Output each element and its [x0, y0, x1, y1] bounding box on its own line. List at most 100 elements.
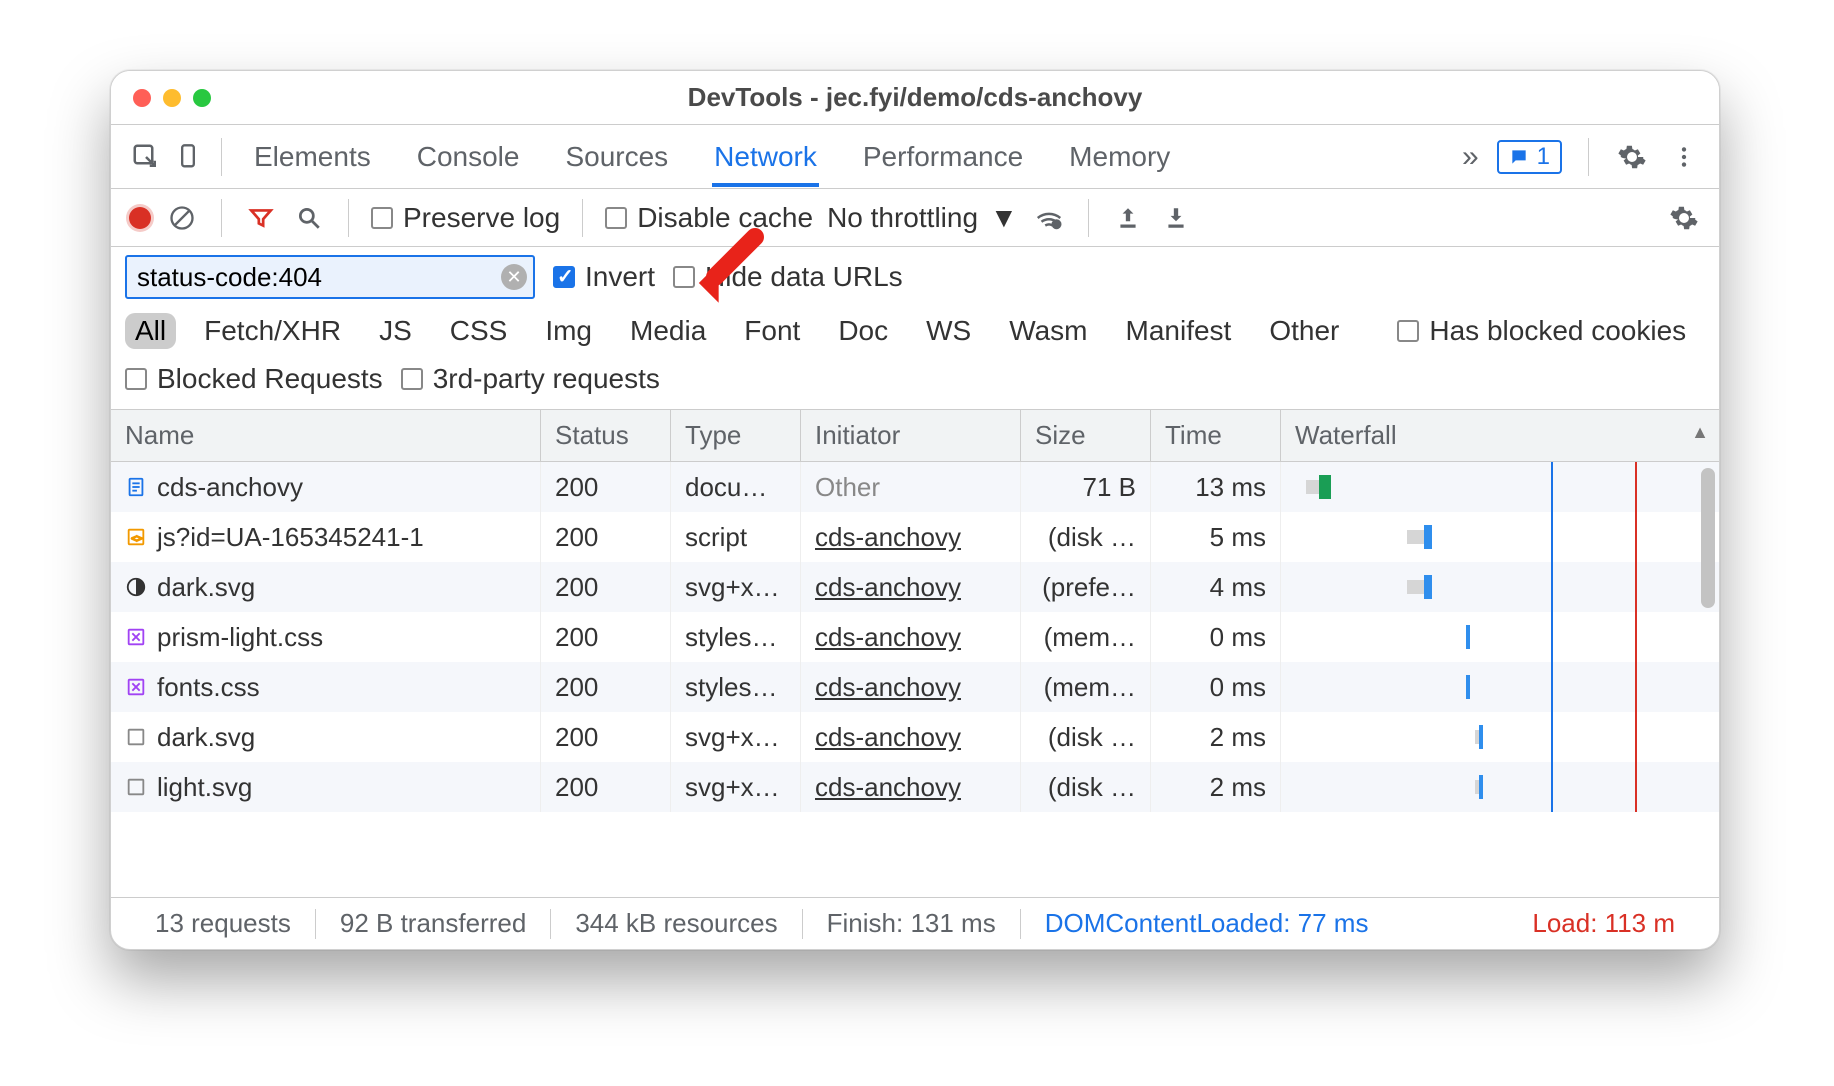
cell-initiator[interactable]: cds-anchovy	[801, 562, 1021, 612]
col-status[interactable]: Status	[541, 410, 671, 461]
preserve-log-checkbox[interactable]: Preserve log	[371, 202, 560, 234]
table-row[interactable]: dark.svg200svg+x…cds-anchovy(disk …2 ms	[111, 712, 1719, 762]
filter-funnel-icon[interactable]	[244, 201, 278, 235]
status-transferred: 92 B transferred	[316, 908, 550, 939]
panel-settings-gear-icon[interactable]	[1667, 201, 1701, 235]
main-tabs-row: Elements Console Sources Network Performance…	[111, 125, 1719, 189]
cell-type: svg+x…	[671, 712, 801, 762]
table-row[interactable]: light.svg200svg+x…cds-anchovy(disk …2 ms	[111, 762, 1719, 812]
table-row[interactable]: dark.svg200svg+x…cds-anchovy(prefe…4 ms	[111, 562, 1719, 612]
separator	[1088, 199, 1089, 237]
type-chip-wasm[interactable]: Wasm	[999, 313, 1097, 349]
cell-time: 0 ms	[1151, 612, 1281, 662]
inspect-icon[interactable]	[129, 140, 163, 174]
separator	[221, 138, 222, 176]
cell-size: 71 B	[1021, 462, 1151, 512]
request-name: light.svg	[157, 772, 252, 803]
cell-initiator[interactable]: cds-anchovy	[801, 712, 1021, 762]
table-row[interactable]: prism-light.css200styles…cds-anchovy(mem…	[111, 612, 1719, 662]
status-domcontentloaded: DOMContentLoaded: 77 ms	[1021, 908, 1393, 939]
type-chip-fetchxhr[interactable]: Fetch/XHR	[194, 313, 351, 349]
invert-checkbox[interactable]: Invert	[553, 261, 655, 293]
cell-size: (disk …	[1021, 762, 1151, 812]
file-type-icon	[125, 576, 147, 598]
cell-initiator[interactable]: cds-anchovy	[801, 612, 1021, 662]
cell-size: (prefe…	[1021, 562, 1151, 612]
file-type-icon: <>	[125, 526, 147, 548]
third-party-checkbox[interactable]: 3rd-party requests	[401, 363, 660, 395]
type-chip-font[interactable]: Font	[734, 313, 810, 349]
cell-initiator[interactable]: cds-anchovy	[801, 512, 1021, 562]
request-name: dark.svg	[157, 722, 255, 753]
download-har-icon[interactable]	[1159, 201, 1193, 235]
type-chip-js[interactable]: JS	[369, 313, 422, 349]
type-chip-css[interactable]: CSS	[440, 313, 518, 349]
status-load: Load: 113 m	[1508, 908, 1699, 939]
more-tabs-icon[interactable]: »	[1462, 140, 1479, 174]
search-icon[interactable]	[292, 201, 326, 235]
cell-status: 200	[541, 512, 671, 562]
throttling-select[interactable]: No throttling ▼	[827, 202, 1018, 234]
cell-size: (mem…	[1021, 612, 1151, 662]
cell-time: 4 ms	[1151, 562, 1281, 612]
type-chip-manifest[interactable]: Manifest	[1116, 313, 1242, 349]
table-row[interactable]: cds-anchovy200docu…Other71 B13 ms	[111, 462, 1719, 512]
tab-console[interactable]: Console	[415, 127, 522, 187]
col-size[interactable]: Size	[1021, 410, 1151, 461]
cell-waterfall	[1281, 612, 1719, 662]
disable-cache-checkbox[interactable]: Disable cache	[605, 202, 813, 234]
cell-waterfall	[1281, 662, 1719, 712]
tab-memory[interactable]: Memory	[1067, 127, 1172, 187]
kebab-menu-icon[interactable]	[1667, 140, 1701, 174]
tab-sources[interactable]: Sources	[563, 127, 670, 187]
separator	[348, 199, 349, 237]
settings-gear-icon[interactable]	[1615, 140, 1649, 174]
tab-network[interactable]: Network	[712, 127, 819, 187]
tab-performance[interactable]: Performance	[861, 127, 1025, 187]
network-conditions-icon[interactable]	[1032, 201, 1066, 235]
blocked-requests-checkbox[interactable]: Blocked Requests	[125, 363, 383, 395]
cell-status: 200	[541, 762, 671, 812]
type-chip-media[interactable]: Media	[620, 313, 716, 349]
type-chip-other[interactable]: Other	[1259, 313, 1349, 349]
cell-initiator: Other	[801, 462, 1021, 512]
cell-type: docu…	[671, 462, 801, 512]
type-chip-all[interactable]: All	[125, 313, 176, 349]
type-chip-img[interactable]: Img	[535, 313, 602, 349]
table-header: NameStatusTypeInitiatorSizeTimeWaterfall…	[111, 410, 1719, 462]
issues-badge[interactable]: 1	[1497, 140, 1562, 174]
type-chip-ws[interactable]: WS	[916, 313, 981, 349]
cell-initiator[interactable]: cds-anchovy	[801, 662, 1021, 712]
status-bar: 13 requests 92 B transferred 344 kB reso…	[111, 897, 1719, 949]
file-type-icon	[125, 476, 147, 498]
col-initiator[interactable]: Initiator	[801, 410, 1021, 461]
hide-data-urls-checkbox[interactable]: Hide data URLs	[673, 261, 903, 293]
cell-type: styles…	[671, 612, 801, 662]
filter-text-input[interactable]	[125, 255, 535, 299]
tab-elements[interactable]: Elements	[252, 127, 373, 187]
device-toggle-icon[interactable]	[171, 140, 205, 174]
clear-input-icon[interactable]: ✕	[501, 264, 527, 290]
cell-initiator[interactable]: cds-anchovy	[801, 762, 1021, 812]
request-name: cds-anchovy	[157, 472, 303, 503]
cell-time: 5 ms	[1151, 512, 1281, 562]
col-waterfall[interactable]: Waterfall▲	[1281, 410, 1719, 461]
col-type[interactable]: Type	[671, 410, 801, 461]
cell-time: 0 ms	[1151, 662, 1281, 712]
col-name[interactable]: Name	[111, 410, 541, 461]
cell-waterfall	[1281, 762, 1719, 812]
request-name: dark.svg	[157, 572, 255, 603]
table-row[interactable]: fonts.css200styles…cds-anchovy(mem…0 ms	[111, 662, 1719, 712]
clear-icon[interactable]	[165, 201, 199, 235]
has-blocked-cookies-checkbox[interactable]: Has blocked cookies	[1397, 315, 1686, 347]
col-time[interactable]: Time	[1151, 410, 1281, 461]
status-requests: 13 requests	[131, 908, 315, 939]
file-type-icon	[125, 626, 147, 648]
upload-har-icon[interactable]	[1111, 201, 1145, 235]
type-chip-doc[interactable]: Doc	[828, 313, 898, 349]
table-row[interactable]: <>js?id=UA-165345241-1200scriptcds-ancho…	[111, 512, 1719, 562]
devtools-window: DevTools - jec.fyi/demo/cds-anchovy Elem…	[110, 70, 1720, 950]
dropdown-triangle-icon: ▼	[990, 202, 1018, 234]
cell-waterfall	[1281, 462, 1719, 512]
record-button[interactable]	[129, 207, 151, 229]
